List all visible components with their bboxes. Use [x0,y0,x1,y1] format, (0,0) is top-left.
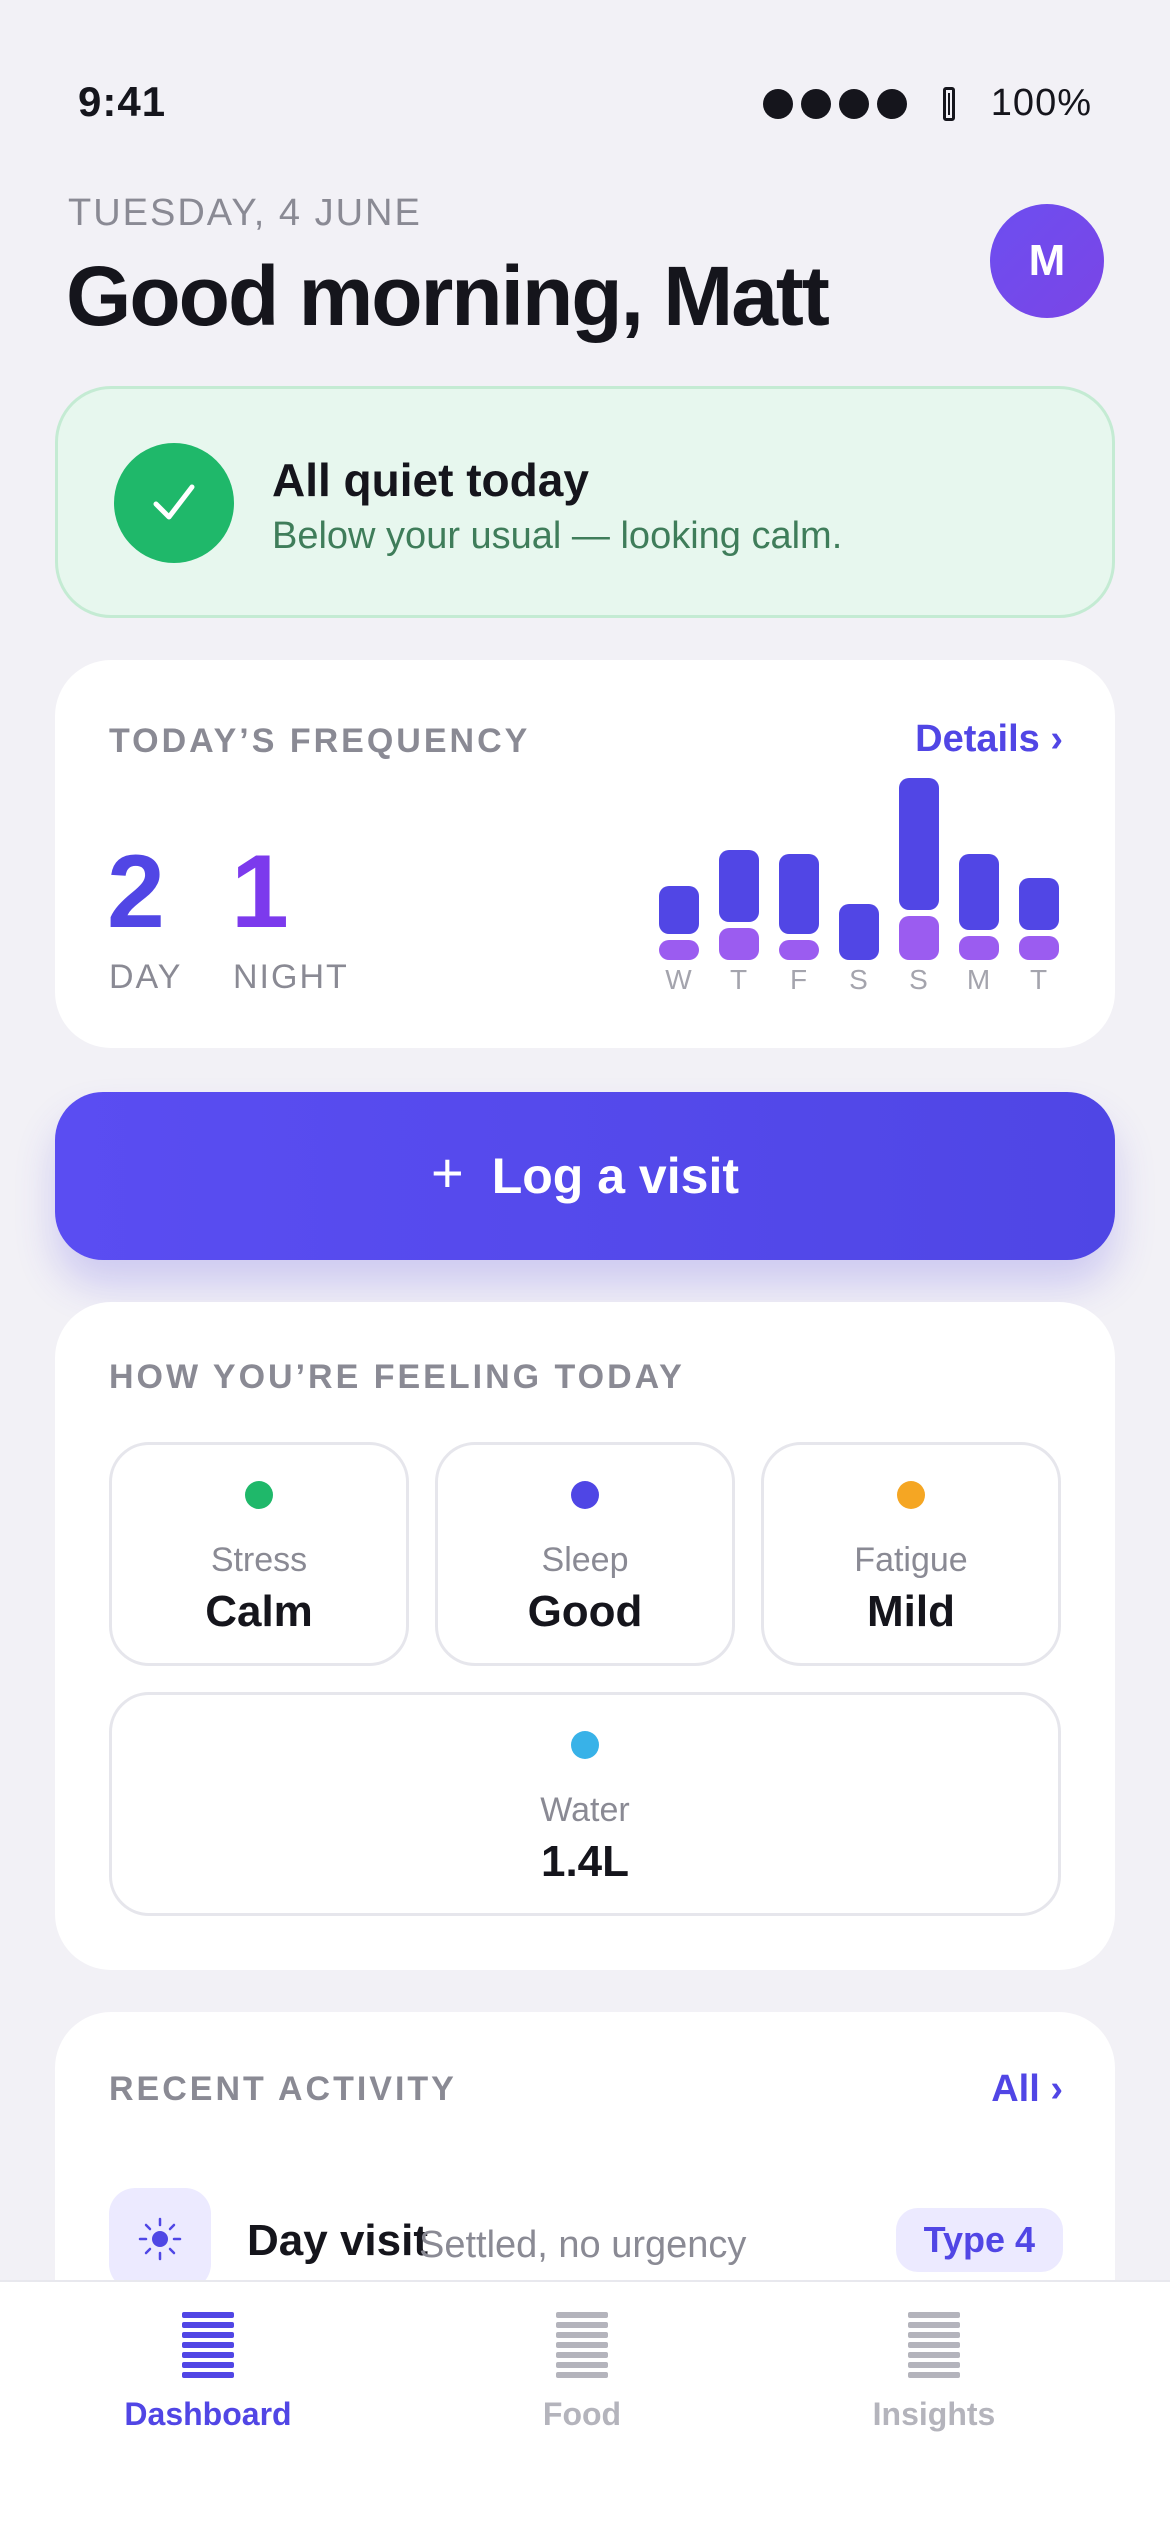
fatigue-dot [897,1481,925,1509]
recent-label: RECENT ACTIVITY [109,2070,457,2108]
weekday-label: M [966,964,992,995]
day-bar [779,854,819,934]
tile-label: Sleep [541,1541,629,1579]
day-bar [659,886,699,934]
tab-bar: Dashboard Food Insights [0,2280,1170,2532]
tile-label: Water [540,1791,630,1829]
log-visit-button[interactable]: + Log a visit [55,1092,1115,1260]
frequency-card: TODAY’S FREQUENCY Details › 2 1 DAY NIGH… [55,660,1115,1048]
signal-icon [762,88,907,119]
frequency-label: TODAY’S FREQUENCY [109,722,531,760]
night-bar [659,940,699,960]
tab-insights[interactable]: Insights [784,2396,1084,2433]
weekday-label: F [789,964,809,995]
tile-label: Stress [210,1541,308,1579]
sleep-tile[interactable]: Sleep Good [435,1442,735,1666]
night-bar [959,936,999,960]
tile-value: Good [527,1587,643,1636]
weekday-label: S [909,964,929,995]
list-icon[interactable] [182,2312,234,2380]
tile-value: Mild [867,1587,955,1636]
plus-icon: + [431,1141,464,1204]
quiet-subtitle: Below your usual — looking calm. [272,515,843,557]
status-bar: 9:41 100% [0,0,1170,180]
details-link[interactable]: Details › [915,718,1063,761]
fatigue-tile[interactable]: Fatigue Mild [761,1442,1061,1666]
tab-food[interactable]: Food [432,2396,732,2433]
night-count: 1 [231,834,289,950]
day-bar [839,904,879,960]
battery-percentage: 100% [990,82,1092,124]
night-bar [899,916,939,960]
status-time: 9:41 [78,78,167,125]
night-bar [1019,936,1059,960]
list-icon[interactable] [908,2312,960,2380]
activity-subtitle: Settled, no urgency [419,2224,747,2266]
all-quiet-card: All quiet today Below your usual — looki… [55,386,1115,618]
night-label: NIGHT [233,958,349,996]
day-bar [959,854,999,930]
weekday-label: T [1029,964,1049,995]
list-icon[interactable] [556,2312,608,2380]
day-bar [899,778,939,910]
water-tile[interactable]: Water 1.4L [109,1692,1061,1916]
tab-dashboard[interactable]: Dashboard [58,2396,358,2433]
day-bar [1019,878,1059,930]
night-bar [779,940,819,960]
tile-value: 1.4L [540,1837,630,1886]
stress-dot [245,1481,273,1509]
weekly-mini-chart [659,760,1079,960]
status-indicators: 100% [762,82,1092,125]
weekday-label: S [849,964,869,995]
quiet-title: All quiet today [272,454,589,506]
day-label: DAY [109,958,183,996]
tile-value: Calm [205,1587,313,1636]
feeling-card: HOW YOU’RE FEELING TODAY Stress Calm Sle… [55,1302,1115,1970]
feeling-label: HOW YOU’RE FEELING TODAY [109,1358,685,1396]
tile-label: Fatigue [854,1541,968,1579]
weekday-label: W [665,964,693,995]
header-date: TUESDAY, 4 JUNE [68,192,422,234]
day-count: 2 [107,834,165,950]
battery-icon [942,86,955,121]
all-link[interactable]: All › [991,2068,1063,2111]
activity-title[interactable]: Day visit [247,2216,428,2266]
day-bar [719,850,759,922]
page-title: Good morning, Matt [66,249,830,343]
weekday-label: T [729,964,749,995]
sun-icon [109,2188,211,2290]
water-dot [571,1731,599,1759]
log-visit-label: Log a visit [491,1148,739,1204]
stress-tile[interactable]: Stress Calm [109,1442,409,1666]
checkmark-icon [114,443,234,563]
avatar[interactable]: M [990,204,1104,318]
type-badge: Type 4 [895,2208,1063,2272]
night-bar [719,928,759,960]
sleep-dot [571,1481,599,1509]
